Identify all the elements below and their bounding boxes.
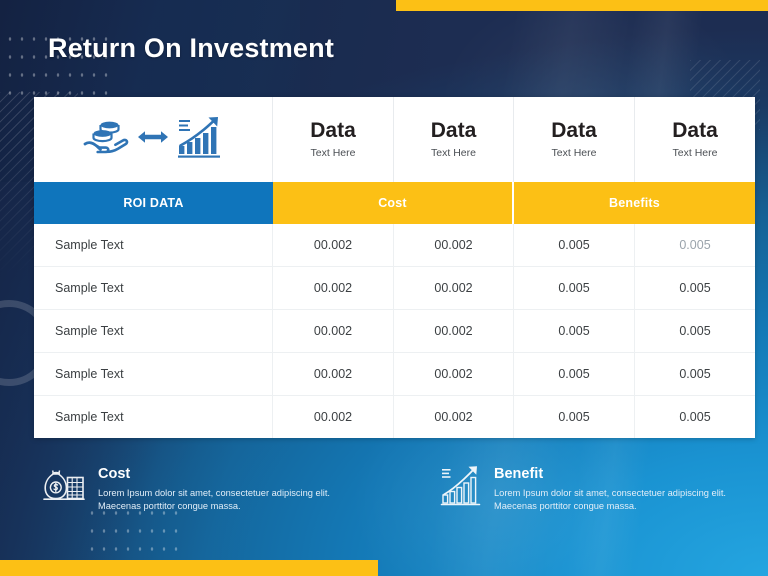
- callout-benefit-body: Lorem Ipsum dolor sit amet, consectetuer…: [494, 487, 727, 511]
- row-benefit-2: 0.005: [679, 367, 711, 381]
- row-benefit-1: 0.005: [514, 310, 635, 352]
- band-cost: Cost: [273, 182, 514, 224]
- slide: Return On Investment Data Text Here Data…: [0, 0, 768, 576]
- callout-cost-text: Cost Lorem Ipsum dolor sit amet, consect…: [98, 464, 350, 513]
- growth-chart-icon: [177, 115, 223, 164]
- row-cost-1: 00.002: [273, 310, 394, 352]
- header-data-subtitle-2: Text Here: [431, 147, 476, 160]
- row-cost-2: 00.002: [394, 224, 514, 266]
- table-row[interactable]: Sample Text 00.002 00.002 0.005 0.005: [34, 224, 755, 267]
- money-bag-icon: [40, 464, 86, 515]
- row-label: Sample Text: [34, 310, 273, 352]
- page-title: Return On Investment: [48, 33, 335, 63]
- header-data-subtitle-4: Text Here: [672, 147, 718, 160]
- header-data-title-3: Data: [551, 119, 597, 143]
- table-row[interactable]: Sample Text 00.002 00.002 0.005 0.005: [34, 310, 755, 353]
- row-benefit-1: 0.005: [514, 396, 635, 438]
- table-header-row: Data Text Here Data Text Here Data Text …: [34, 97, 755, 182]
- callout-benefit-title: Benefit: [494, 466, 544, 482]
- row-label: Sample Text: [34, 396, 273, 438]
- row-label: Sample Text: [34, 353, 273, 395]
- band-benefits: Benefits: [514, 182, 755, 224]
- header-data-cell-4: Data Text Here: [635, 97, 755, 182]
- roi-table: Data Text Here Data Text Here Data Text …: [34, 97, 755, 438]
- row-cost-2: 00.002: [394, 396, 514, 438]
- row-cost-2: 00.002: [394, 267, 514, 309]
- row-benefit-2: 0.005: [679, 410, 711, 424]
- header-data-title-4: Data: [672, 119, 718, 143]
- header-data-title-1: Data: [310, 119, 356, 143]
- header-data-title-2: Data: [430, 119, 477, 143]
- header-icon-cell: [34, 97, 273, 182]
- table-row[interactable]: Sample Text 00.002 00.002 0.005 0.005: [34, 396, 755, 438]
- row-label: Sample Text: [34, 224, 273, 266]
- row-benefit-2: 0.005: [679, 324, 711, 338]
- double-arrow-icon: [136, 126, 170, 153]
- table-row[interactable]: Sample Text 00.002 00.002 0.005 0.005: [34, 267, 755, 310]
- row-cost-2: 00.002: [394, 353, 514, 395]
- table-row[interactable]: Sample Text 00.002 00.002 0.005 0.005: [34, 353, 755, 396]
- row-cost-1: 00.002: [273, 353, 394, 395]
- coins-in-hand-icon: [83, 117, 129, 162]
- row-benefit-1: 0.005: [514, 224, 635, 266]
- accent-bar-top: [396, 0, 768, 11]
- header-data-subtitle-1: Text Here: [310, 147, 356, 160]
- header-data-cell-3: Data Text Here: [514, 97, 635, 182]
- row-benefit-1: 0.005: [514, 267, 635, 309]
- callout-cost: Cost Lorem Ipsum dolor sit amet, consect…: [40, 464, 390, 515]
- bar-chart-growth-icon: [440, 464, 482, 513]
- table-group-band-row: ROI DATA Cost Benefits: [34, 182, 755, 224]
- row-cost-1: 00.002: [273, 267, 394, 309]
- callout-cost-body: Lorem Ipsum dolor sit amet, consectetuer…: [98, 487, 331, 511]
- callout-benefit: Benefit Lorem Ipsum dolor sit amet, cons…: [440, 464, 768, 513]
- callout-benefit-text: Benefit Lorem Ipsum dolor sit amet, cons…: [494, 464, 746, 513]
- row-label: Sample Text: [34, 267, 273, 309]
- row-cost-1: 00.002: [273, 396, 394, 438]
- row-benefit-2: 0.005: [679, 281, 711, 295]
- band-roi-data: ROI DATA: [34, 182, 273, 224]
- header-data-subtitle-3: Text Here: [551, 147, 597, 160]
- header-data-cell-2: Data Text Here: [394, 97, 514, 182]
- callout-cost-title: Cost: [98, 466, 131, 482]
- row-cost-1: 00.002: [273, 224, 394, 266]
- accent-bar-bottom: [0, 560, 378, 576]
- row-benefit-1: 0.005: [514, 353, 635, 395]
- row-cost-2: 00.002: [394, 310, 514, 352]
- row-benefit-2: 0.005: [679, 238, 711, 252]
- header-data-cell-1: Data Text Here: [273, 97, 394, 182]
